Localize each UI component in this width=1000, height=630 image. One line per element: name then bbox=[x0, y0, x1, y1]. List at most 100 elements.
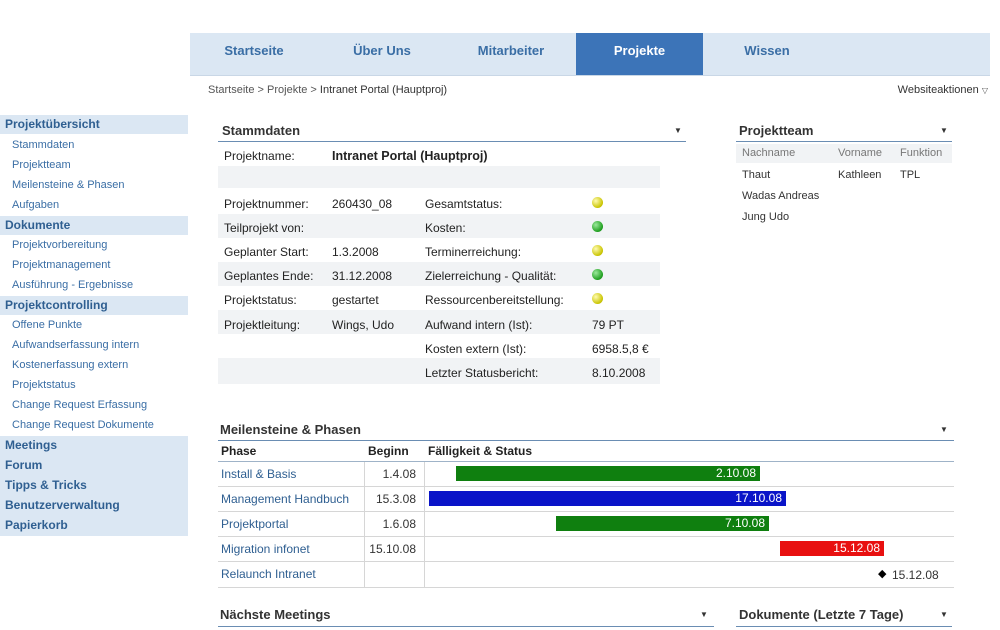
top-navigation: Startseite Über Uns Mitarbeiter Projekte… bbox=[190, 33, 990, 76]
column-header-funktion[interactable]: Funktion bbox=[900, 147, 942, 159]
stammdaten-status-label: Terminerreichung: bbox=[425, 245, 522, 259]
team-member-function: TPL bbox=[900, 169, 921, 181]
sidebar-group-forum[interactable]: Forum bbox=[0, 456, 188, 475]
chevron-down-icon: ▽ bbox=[981, 86, 988, 95]
tab-startseite[interactable]: Startseite bbox=[190, 33, 318, 75]
sidebar-group-projektuebersicht[interactable]: Projektübersicht bbox=[0, 115, 188, 134]
stammdaten-label: Kosten extern (Ist): bbox=[425, 342, 527, 356]
column-header-phase: Phase bbox=[221, 444, 257, 458]
sidebar-item-aufwandserfassung[interactable]: Aufwandserfassung intern bbox=[12, 338, 139, 352]
team-member-firstname: Kathleen bbox=[838, 169, 882, 181]
sidebar-item-projektmanagement[interactable]: Projektmanagement bbox=[12, 258, 110, 272]
milestone-phase-link[interactable]: Migration infonet bbox=[221, 542, 310, 556]
status-light-icon bbox=[592, 221, 603, 232]
sidebar-group-dokumente[interactable]: Dokumente bbox=[0, 216, 188, 235]
meilensteine-menu-arrow-icon[interactable]: ▼ bbox=[940, 425, 948, 434]
sidebar-item-projektvorbereitung[interactable]: Projektvorbereitung bbox=[12, 238, 107, 252]
breadcrumb-separator: > bbox=[254, 84, 268, 96]
milestone-status-bar: 2.10.08 bbox=[456, 466, 760, 481]
tab-projekte[interactable]: Projekte bbox=[576, 33, 703, 75]
projektname-label: Projektname: bbox=[224, 149, 295, 163]
milestone-begin: 15.3.08 bbox=[375, 492, 416, 506]
breadcrumb-link-projekte[interactable]: Projekte bbox=[267, 84, 307, 96]
stammdaten-value: 8.10.2008 bbox=[592, 366, 646, 380]
stammdaten-menu-arrow-icon[interactable]: ▼ bbox=[674, 126, 682, 135]
meetings-divider bbox=[218, 626, 714, 627]
tab-wissen[interactable]: Wissen bbox=[703, 33, 831, 75]
sidebar-group-papierkorb[interactable]: Papierkorb bbox=[0, 516, 188, 535]
status-light-icon bbox=[592, 197, 603, 208]
column-header-beginn: Beginn bbox=[368, 444, 409, 458]
column-divider bbox=[424, 462, 425, 588]
stammdaten-label: Projektnummer: bbox=[224, 197, 309, 211]
team-member-lastname: Thaut bbox=[742, 169, 771, 181]
sidebar-group-meetings[interactable]: Meetings bbox=[0, 436, 188, 455]
status-light-icon bbox=[592, 293, 603, 304]
sidebar-item-kostenerfassung[interactable]: Kostenerfassung extern bbox=[12, 358, 128, 372]
milestone-due-date: 15.12.08 bbox=[892, 568, 939, 582]
sidebar-group-benutzerverwaltung[interactable]: Benutzerverwaltung bbox=[0, 496, 188, 515]
milestone-begin: 1.4.08 bbox=[382, 467, 416, 481]
sidebar-item-aufgaben[interactable]: Aufgaben bbox=[12, 198, 59, 212]
diamond-milestone-icon: ◆ bbox=[878, 568, 887, 580]
site-actions-label: Websiteaktionen bbox=[897, 84, 979, 96]
dokumente-menu-arrow-icon[interactable]: ▼ bbox=[940, 610, 948, 619]
sidebar-item-offene-punkte[interactable]: Offene Punkte bbox=[12, 318, 82, 332]
stammdaten-status-label: Ressourcenbereitstellung: bbox=[425, 293, 564, 307]
tab-ueber-uns[interactable]: Über Uns bbox=[318, 33, 446, 75]
naechste-meetings-title: Nächste Meetings bbox=[220, 607, 331, 622]
stammdaten-value: 31.12.2008 bbox=[332, 269, 393, 283]
meilensteine-title: Meilensteine & Phasen bbox=[220, 422, 361, 437]
team-member-lastname: Jung Udo bbox=[742, 211, 790, 223]
milestone-row: Relaunch Intranet ◆ 15.12.08 bbox=[218, 562, 954, 588]
stammdaten-status-label: Gesamtstatus: bbox=[425, 197, 503, 211]
stammdaten-value: 6958.5,8 € bbox=[592, 342, 649, 356]
stammdaten-value: Wings, Udo bbox=[332, 318, 395, 332]
milestone-phase-link[interactable]: Projektportal bbox=[221, 517, 288, 531]
status-light-icon bbox=[592, 245, 603, 256]
milestone-status-bar: 17.10.08 bbox=[429, 491, 786, 506]
milestone-status-bar: 7.10.08 bbox=[556, 516, 769, 531]
stammdaten-value: 260430_08 bbox=[332, 197, 393, 211]
stammdaten-label: Projektstatus: bbox=[224, 293, 297, 307]
milestone-row: Management Handbuch 15.3.08 17.10.08 bbox=[218, 487, 954, 512]
column-header-vorname[interactable]: Vorname bbox=[838, 147, 882, 159]
meilensteine-header-row bbox=[218, 441, 954, 462]
sidebar-item-change-request-dokumente[interactable]: Change Request Dokumente bbox=[12, 418, 154, 432]
stammdaten-label: Geplanter Start: bbox=[224, 245, 309, 259]
sidebar-item-stammdaten[interactable]: Stammdaten bbox=[12, 138, 74, 152]
stammdaten-value: gestartet bbox=[332, 293, 379, 307]
stammdaten-label: Letzter Statusbericht: bbox=[425, 366, 539, 380]
site-actions-menu[interactable]: Websiteaktionen ▽ bbox=[898, 84, 988, 96]
stammdaten-value: 1.3.2008 bbox=[332, 245, 379, 259]
sidebar-item-projektteam[interactable]: Projektteam bbox=[12, 158, 71, 172]
tab-mitarbeiter[interactable]: Mitarbeiter bbox=[446, 33, 576, 75]
sidebar-item-change-request-erfassung[interactable]: Change Request Erfassung bbox=[12, 398, 147, 412]
sidebar-group-tipps[interactable]: Tipps & Tricks bbox=[0, 476, 188, 495]
projektteam-menu-arrow-icon[interactable]: ▼ bbox=[940, 126, 948, 135]
sidebar-item-projektstatus[interactable]: Projektstatus bbox=[12, 378, 76, 392]
milestone-row: Migration infonet 15.10.08 15.12.08 bbox=[218, 537, 954, 562]
milestone-phase-link[interactable]: Relaunch Intranet bbox=[221, 567, 316, 581]
stammdaten-label: Projektleitung: bbox=[224, 318, 301, 332]
milestone-phase-link[interactable]: Install & Basis bbox=[221, 467, 296, 481]
stammdaten-label: Teilprojekt von: bbox=[224, 221, 305, 235]
stammdaten-label: Aufwand intern (Ist): bbox=[425, 318, 533, 332]
column-header-nachname[interactable]: Nachname bbox=[742, 147, 795, 159]
sidebar-item-ausfuehrung[interactable]: Ausführung - Ergebnisse bbox=[12, 278, 133, 292]
sidebar-item-meilensteine[interactable]: Meilensteine & Phasen bbox=[12, 178, 125, 192]
stammdaten-value: 79 PT bbox=[592, 318, 625, 332]
stammdaten-row-band bbox=[218, 166, 660, 188]
column-header-faelligkeit: Fälligkeit & Status bbox=[428, 444, 533, 458]
milestone-begin: 15.10.08 bbox=[369, 542, 416, 556]
projektteam-title: Projektteam bbox=[739, 123, 814, 138]
stammdaten-title: Stammdaten bbox=[222, 123, 301, 138]
milestone-phase-link[interactable]: Management Handbuch bbox=[221, 492, 349, 506]
breadcrumb-link-startseite[interactable]: Startseite bbox=[208, 84, 254, 96]
sidebar-group-projektcontrolling[interactable]: Projektcontrolling bbox=[0, 296, 188, 315]
stammdaten-status-label: Zielerreichung - Qualität: bbox=[425, 269, 557, 283]
meetings-menu-arrow-icon[interactable]: ▼ bbox=[700, 610, 708, 619]
breadcrumb: Startseite > Projekte > Intranet Portal … bbox=[208, 84, 447, 96]
projektname-value: Intranet Portal (Hauptproj) bbox=[332, 149, 488, 163]
status-light-icon bbox=[592, 269, 603, 280]
